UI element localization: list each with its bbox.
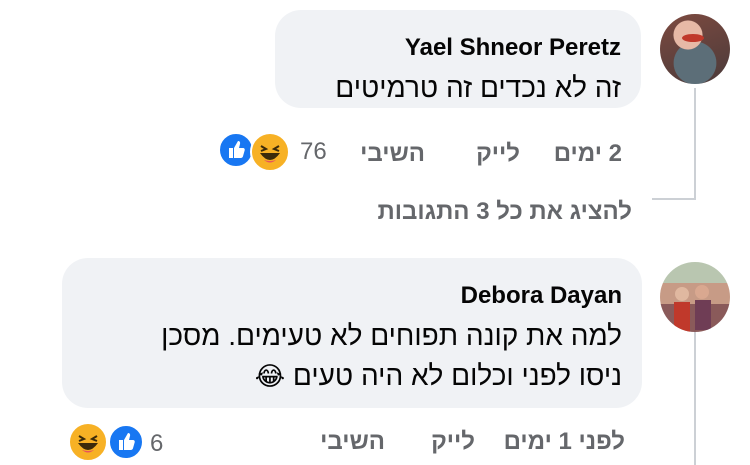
like-button[interactable]: לייק [431,428,475,456]
reaction-count: 6 [150,430,164,457]
laughing-emoji: 😂 [254,361,286,391]
view-replies-link[interactable]: להציג את כל 3 התגובות [378,198,633,226]
comment-time[interactable]: לפני 1 ימים [504,428,625,456]
comment-text-line-2: ניסו לפני וכלום לא היה טעים 😂 [255,358,622,394]
comment-actions: לפני 1 ימים לייק השיבי [315,428,625,458]
reply-button[interactable]: השיבי [320,428,385,456]
comment-author[interactable]: Yael Shneor Peretz [405,34,621,62]
reactions[interactable]: 6 [68,420,178,462]
avatar[interactable] [660,262,730,332]
comment-text-line-2-text: ניסו לפני וכלום לא היה טעים [292,360,622,391]
comment-actions: 2 ימים לייק השיבי [340,140,630,170]
comment-text-line-1: למה את קונה תפוחים לא טעימים. מסכן [161,320,622,351]
reaction-count: 76 [300,138,327,165]
comment-author[interactable]: Debora Dayan [461,282,622,310]
haha-icon [68,422,108,462]
comment-text: זה לא נכדים זה טרמיטים [335,72,621,103]
haha-icon [250,132,290,172]
like-icon [218,132,254,168]
comment-bubble: Debora Dayan למה את קונה תפוחים לא טעימי… [62,258,642,408]
comment-time[interactable]: 2 ימים [554,140,622,168]
like-icon [108,424,144,460]
thread-line [694,88,696,200]
reply-button[interactable]: השיבי [360,140,425,168]
like-button[interactable]: לייק [476,140,520,168]
thread-line [652,198,696,200]
comment-bubble: Yael Shneor Peretz זה לא נכדים זה טרמיטי… [275,10,641,108]
thread-line [694,330,696,465]
reactions[interactable]: 76 [218,132,338,172]
avatar[interactable] [660,14,730,84]
